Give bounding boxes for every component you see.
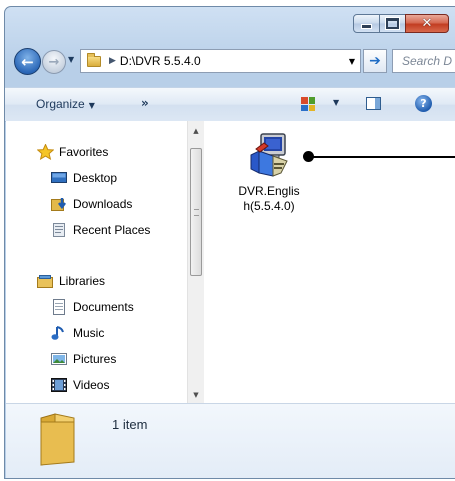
- go-arrow-icon: ➔: [369, 53, 381, 69]
- installer-icon: [250, 133, 288, 177]
- minimize-icon: [361, 23, 372, 29]
- forward-button[interactable]: →: [42, 50, 66, 74]
- explorer-window: ✕ ← → ▼ ▶ D:\DVR 5.5.4.0 ▼ ➔ Search D Or…: [4, 6, 455, 479]
- content-area: Favorites Desktop Downloads Recent Place…: [6, 121, 455, 403]
- nav-recent-places[interactable]: Recent Places: [51, 222, 150, 238]
- help-icon[interactable]: ?: [415, 95, 432, 112]
- nav-libraries-label: Libraries: [59, 274, 106, 288]
- address-path[interactable]: D:\DVR 5.5.4.0: [120, 54, 344, 68]
- caption-buttons: ✕: [353, 14, 449, 33]
- nav-pictures[interactable]: Pictures: [51, 351, 116, 367]
- forward-arrow-icon: →: [48, 54, 60, 70]
- nav-recent-places-label: Recent Places: [73, 223, 151, 237]
- nav-music[interactable]: Music: [51, 325, 104, 341]
- organize-button[interactable]: Organize ▼: [36, 97, 95, 111]
- folder-large-icon: [40, 413, 75, 466]
- maximize-button[interactable]: [379, 14, 406, 33]
- callout-dot: [303, 151, 314, 162]
- scroll-down-icon[interactable]: ▼: [188, 387, 204, 403]
- nav-desktop-label: Desktop: [73, 171, 118, 185]
- scrollbar-thumb[interactable]: [190, 148, 202, 276]
- view-options-dropdown[interactable]: ▼: [333, 98, 339, 107]
- nav-desktop[interactable]: Desktop: [51, 170, 117, 186]
- close-icon: ✕: [421, 16, 433, 31]
- close-button[interactable]: ✕: [405, 14, 449, 33]
- scroll-up-icon[interactable]: ▲: [188, 123, 204, 139]
- nav-downloads-label: Downloads: [73, 197, 133, 211]
- breadcrumb-chevron-icon[interactable]: ▶: [109, 56, 116, 66]
- back-arrow-icon: ←: [21, 52, 34, 71]
- file-name: DVR.Englis h(5.5.4.0): [227, 184, 311, 214]
- documents-icon: [51, 299, 67, 315]
- nav-music-label: Music: [73, 326, 105, 340]
- grip-icon: [194, 209, 199, 216]
- nav-documents-label: Documents: [73, 300, 134, 314]
- file-item[interactable]: DVR.Englis h(5.5.4.0): [227, 133, 311, 214]
- go-button[interactable]: ➔: [363, 49, 387, 73]
- callout-line: [305, 156, 455, 158]
- back-button[interactable]: ←: [14, 48, 41, 75]
- address-dropdown-icon[interactable]: ▼: [344, 57, 360, 66]
- pictures-icon: [51, 351, 67, 367]
- nav-downloads[interactable]: Downloads: [51, 196, 132, 212]
- nav-videos[interactable]: Videos: [51, 377, 109, 393]
- command-bar: Organize ▼ » ▼ ?: [5, 87, 455, 122]
- nav-videos-label: Videos: [73, 378, 110, 392]
- music-icon: [51, 325, 67, 341]
- organize-label: Organize: [36, 97, 85, 111]
- preview-pane-icon[interactable]: [366, 97, 381, 110]
- navigation-pane: Favorites Desktop Downloads Recent Place…: [6, 121, 186, 403]
- nav-favorites-label: Favorites: [59, 145, 109, 159]
- libraries-icon: [37, 273, 53, 289]
- navigation-bar: ← → ▼ ▶ D:\DVR 5.5.4.0 ▼ ➔ Search D: [14, 47, 455, 77]
- recent-pages-dropdown[interactable]: ▼: [68, 55, 76, 64]
- downloads-icon: [51, 196, 67, 212]
- navigation-scrollbar[interactable]: ▲ ▼: [187, 121, 204, 403]
- nav-libraries[interactable]: Libraries: [37, 273, 105, 289]
- folder-icon: [87, 52, 101, 67]
- star-icon: [36, 143, 55, 161]
- file-name-line-1: DVR.Englis: [238, 184, 300, 198]
- nav-documents[interactable]: Documents: [51, 299, 134, 315]
- item-count: 1 item: [112, 417, 148, 432]
- search-input[interactable]: Search D: [392, 49, 455, 73]
- chevron-down-icon: ▼: [88, 101, 95, 110]
- recent-places-icon: [51, 222, 67, 238]
- address-bar[interactable]: ▶ D:\DVR 5.5.4.0 ▼: [80, 49, 361, 73]
- more-commands-button[interactable]: »: [141, 96, 149, 110]
- minimize-button[interactable]: [353, 14, 380, 33]
- nav-pictures-label: Pictures: [73, 352, 117, 366]
- details-pane: 1 item: [6, 403, 455, 478]
- maximize-icon: [386, 18, 399, 29]
- file-name-line-2: h(5.5.4.0): [243, 199, 295, 213]
- nav-favorites[interactable]: Favorites: [36, 143, 109, 161]
- change-view-icon[interactable]: [301, 97, 315, 111]
- desktop-icon: [51, 170, 67, 186]
- videos-icon: [51, 377, 67, 393]
